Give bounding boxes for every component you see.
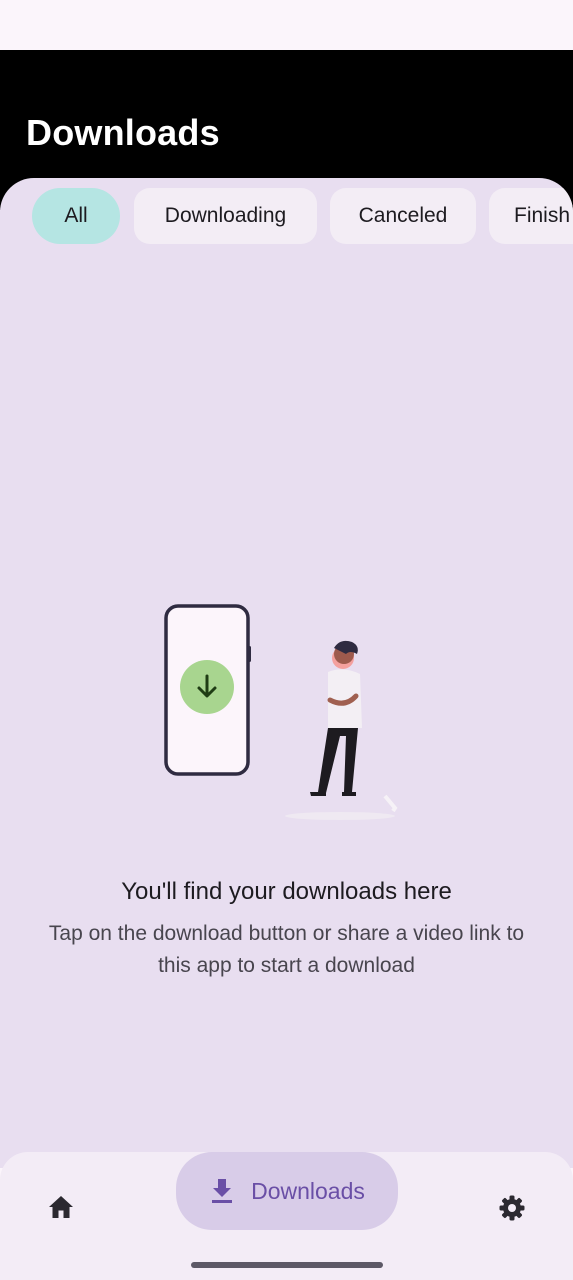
nav-home[interactable]: [40, 1186, 82, 1228]
chip-finished[interactable]: Finish: [489, 188, 573, 244]
page-title: Downloads: [26, 112, 220, 153]
empty-state-illustration: [164, 604, 398, 820]
home-icon: [49, 1196, 73, 1218]
chip-downloading[interactable]: Downloading: [134, 188, 317, 244]
chip-canceled[interactable]: Canceled: [330, 188, 476, 244]
status-bar: [0, 0, 573, 50]
bottom-navigation: Downloads: [0, 1152, 573, 1280]
nav-settings[interactable]: [490, 1186, 534, 1230]
nav-downloads[interactable]: Downloads: [176, 1152, 398, 1230]
nav-downloads-label: Downloads: [251, 1177, 365, 1204]
phone-illustration: [164, 604, 251, 776]
gear-icon: [499, 1195, 525, 1221]
empty-state-body: Tap on the download button or share a vi…: [48, 922, 525, 977]
home-indicator[interactable]: [191, 1262, 383, 1268]
download-icon: [212, 1179, 233, 1203]
person-illustration: [285, 640, 398, 820]
chip-all[interactable]: All: [32, 188, 120, 244]
content-sheet: All Downloading Canceled Finish You'll f…: [0, 178, 573, 1168]
empty-state-title: You'll find your downloads here: [121, 878, 452, 905]
